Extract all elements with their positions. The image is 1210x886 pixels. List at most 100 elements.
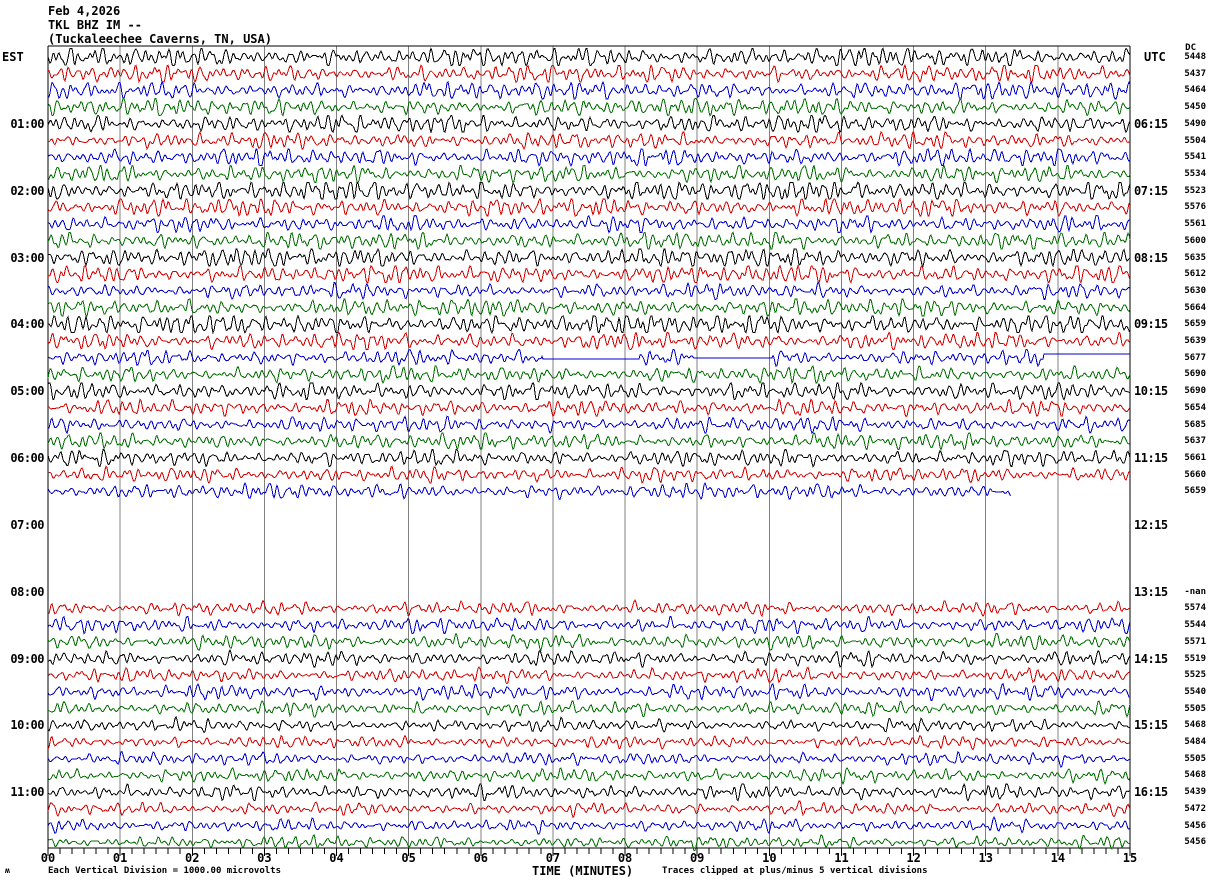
dc-value: 5677: [1184, 352, 1206, 363]
dc-value: 5525: [1184, 670, 1206, 681]
dc-value: 5654: [1184, 402, 1206, 413]
footer-clipping-note: Traces clipped at plus/minus 5 vertical …: [662, 866, 928, 876]
dc-value: 5659: [1184, 319, 1206, 330]
dc-value: -nan: [1184, 586, 1206, 597]
axis-minute-label: 12: [906, 851, 921, 865]
dc-value: 5664: [1184, 302, 1206, 313]
dc-value: 5504: [1184, 135, 1206, 146]
seismogram-trace-row: [48, 599, 1131, 618]
seismogram-trace-row: [47, 47, 1131, 67]
dc-value: 5571: [1184, 636, 1206, 647]
dc-value: 5661: [1184, 453, 1206, 463]
dc-value: 5630: [1184, 285, 1206, 296]
dc-value: 5685: [1184, 419, 1206, 430]
dc-value: 5439: [1184, 787, 1206, 798]
dc-value: 5456: [1184, 820, 1206, 831]
seismogram-trace-row: [47, 715, 1131, 734]
seismogram-trace-row: [47, 97, 1131, 117]
seismogram-trace-row: [47, 465, 1131, 485]
seismogram-trace-row: [47, 264, 1131, 284]
utc-hour-label: 12:15: [1134, 517, 1168, 532]
seismogram-trace-row: [47, 632, 1131, 652]
seismogram-trace-row: [47, 365, 1131, 385]
est-hour-label: 10:00: [10, 718, 44, 733]
seismogram-trace-row: [47, 415, 1131, 435]
seismogram-trace-row: [47, 281, 1131, 301]
helicorder-page: Feb 4,2026 TKL BHZ IM -- (Tuckaleechee C…: [0, 0, 1210, 886]
seismogram-trace-row: [47, 130, 1130, 150]
seismogram-trace-row: [47, 666, 1131, 685]
dc-value: 5437: [1184, 68, 1206, 79]
est-hour-label: 03:00: [10, 250, 44, 265]
axis-minute-label: 09: [689, 851, 705, 865]
seismogram-trace-row: [48, 700, 1131, 719]
axis-minute-label: 11: [834, 851, 849, 865]
dc-value: 5448: [1184, 52, 1206, 62]
est-hour-label: 01:00: [10, 116, 44, 131]
est-hour-label: 04:00: [10, 317, 44, 332]
dc-value: 5690: [1184, 386, 1206, 397]
seismogram-trace-row: [47, 800, 1131, 819]
axis-minute-label: 08: [617, 851, 633, 865]
seismogram-trace-row: [47, 683, 1131, 702]
dc-value: 5600: [1184, 235, 1206, 246]
seismogram-trace-row: [47, 147, 1131, 167]
title-station: TKL BHZ IM --: [48, 18, 142, 32]
seismogram-trace-row: [47, 616, 1131, 635]
est-hour-label: 05:00: [10, 384, 44, 399]
seismogram-trace-row: [47, 197, 1131, 217]
seismogram-trace-row: [47, 164, 1131, 184]
axis-minute-label: 14: [1050, 851, 1066, 865]
seismogram-trace-row: [47, 449, 1131, 468]
footer-vertical-division-note: Each Vertical Division = 1000.00 microvo…: [48, 866, 281, 876]
axis-minute-label: 04: [329, 851, 344, 865]
title-location: (Tuckaleechee Caverns, TN, USA): [48, 32, 272, 46]
axis-minute-label: 07: [545, 851, 561, 865]
seismogram-trace-row: [47, 80, 1131, 100]
axis-minute-label: 03: [257, 851, 272, 865]
dc-value: 5612: [1184, 269, 1206, 280]
est-hour-label: 06:00: [10, 451, 44, 465]
seismogram-trace-row: [47, 648, 1131, 668]
est-hour-label: 07:00: [10, 517, 44, 532]
dc-value: 5505: [1184, 703, 1206, 714]
seismogram-trace-row: [47, 298, 1131, 318]
dc-value: 5637: [1184, 436, 1206, 447]
dc-value: 5660: [1184, 469, 1206, 480]
dc-value: 5541: [1184, 152, 1206, 163]
dc-value: 5639: [1184, 336, 1206, 347]
dc-value: 5519: [1184, 653, 1206, 664]
title-date: Feb 4,2026: [48, 4, 121, 18]
dc-value: 5464: [1184, 85, 1206, 96]
axis-minute-label: 10: [762, 851, 777, 865]
axis-minute-label: 01: [112, 851, 128, 865]
axis-minute-label: 06: [473, 851, 489, 865]
dc-value: 5576: [1184, 202, 1206, 213]
seismogram-trace-row: [47, 398, 1131, 418]
axis-minute-label: 00: [40, 851, 56, 865]
seismogram-trace-row: [47, 816, 1131, 835]
seismogram-trace-row: [47, 432, 1131, 452]
watermark-glyph: ʍ: [5, 866, 10, 875]
seismogram-trace-row: [47, 331, 1131, 351]
seismogram-trace-row: [47, 782, 1131, 802]
axis-minute-label: 05: [401, 851, 416, 865]
dc-value: 5450: [1184, 102, 1206, 113]
seismogram-trace-row: [47, 248, 1131, 268]
est-header: EST: [2, 50, 24, 64]
dc-value: 5456: [1184, 837, 1206, 848]
dc-value: 5468: [1184, 720, 1206, 731]
dc-value: 5505: [1184, 753, 1206, 764]
seismogram-trace-row: [47, 114, 1131, 134]
seismogram-trace-row: [47, 63, 1131, 84]
seismogram-trace-row: [47, 215, 1131, 234]
dc-value: 5523: [1184, 185, 1206, 196]
dc-value: 5659: [1184, 486, 1206, 497]
dc-value: 5635: [1184, 252, 1206, 263]
est-hour-label: 11:00: [10, 785, 44, 800]
dc-value: 5472: [1184, 803, 1206, 814]
dc-value: 5544: [1184, 620, 1206, 631]
seismogram-trace-row: [47, 348, 1130, 368]
dc-value: 5468: [1184, 770, 1206, 781]
dc-value: 5574: [1184, 603, 1206, 614]
